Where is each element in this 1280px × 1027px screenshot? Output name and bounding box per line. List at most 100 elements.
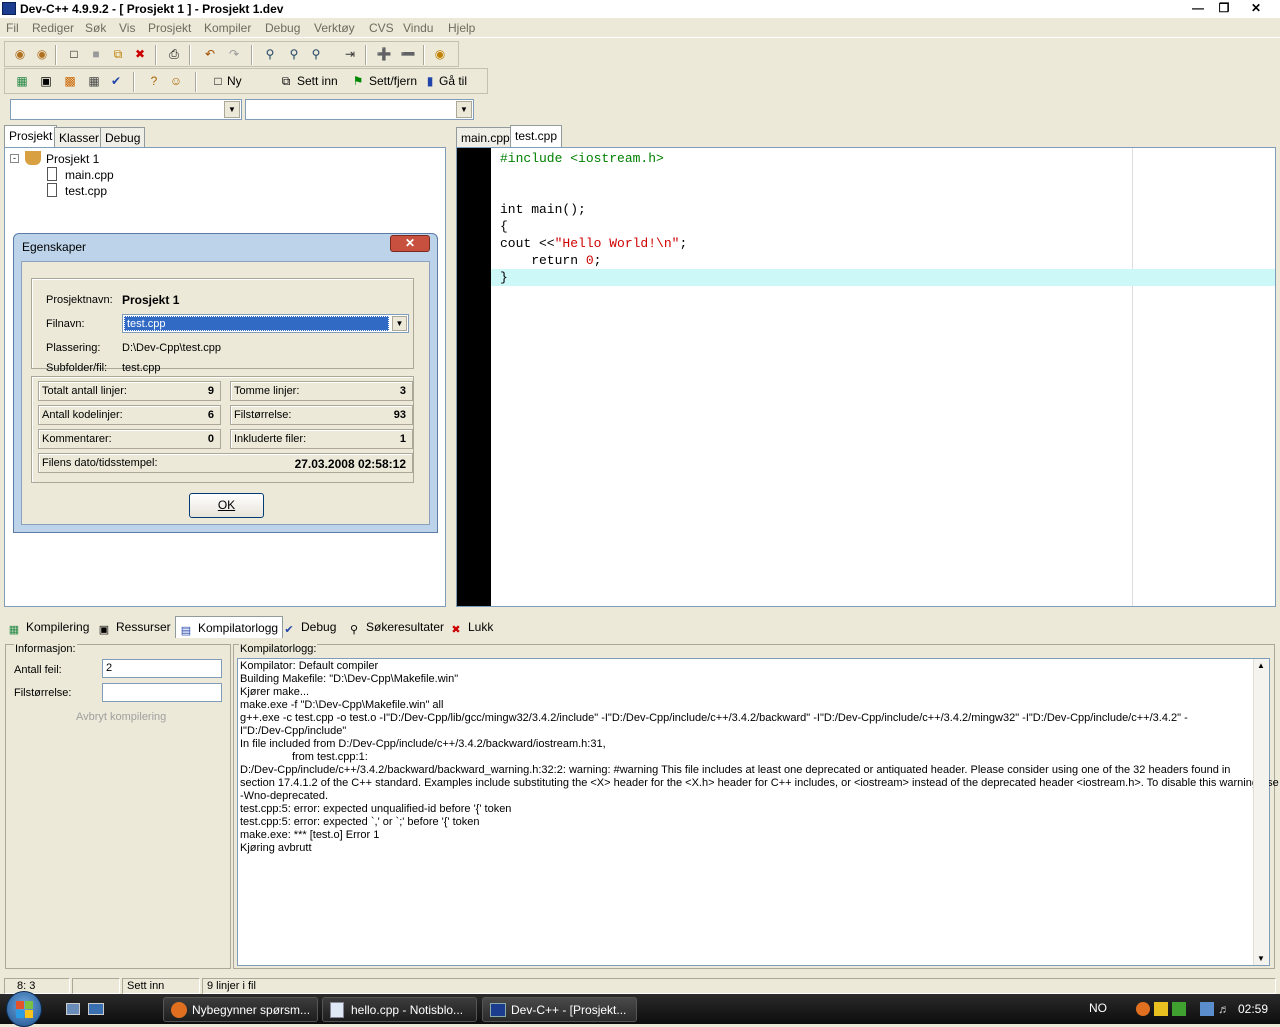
tray-shield-icon[interactable] (1172, 1002, 1186, 1016)
chevron-down-icon[interactable]: ▼ (392, 316, 407, 331)
insert-icon[interactable]: ⧉ (277, 72, 295, 90)
find-icon[interactable]: ⚲ (261, 45, 279, 63)
filename-select[interactable]: test.cpp ▼ (122, 314, 409, 333)
save-icon[interactable]: ■ (87, 45, 105, 63)
project-options-icon[interactable]: ◉ (431, 45, 449, 63)
open-project-icon[interactable]: ◉ (11, 45, 29, 63)
separator (55, 45, 57, 65)
chevron-down-icon[interactable]: ▼ (224, 101, 240, 118)
log-text: Kompilator: Default compiler Building Ma… (240, 660, 1279, 855)
toggle-button[interactable]: Sett/fjern (369, 74, 417, 88)
new-bookmark-icon[interactable]: □ (209, 72, 227, 90)
menu-vis[interactable]: Vis (119, 21, 135, 35)
run-icon[interactable]: ▣ (37, 72, 55, 90)
notepad-icon (330, 1002, 344, 1018)
file-info-group: Prosjektnavn: Prosjekt 1 Filnavn: test.c… (31, 278, 414, 374)
add-to-project-icon[interactable]: ➕ (375, 45, 393, 63)
scroll-down-icon[interactable]: ▼ (1257, 954, 1265, 963)
new-file-icon[interactable]: □ (65, 45, 83, 63)
start-button[interactable] (6, 991, 42, 1027)
editor-tab-main[interactable]: main.cpp (456, 127, 515, 147)
tab-debug-bottom[interactable]: ✔ Debug (281, 616, 336, 638)
tree-project[interactable]: Prosjekt 1 (46, 152, 99, 166)
tray-app-icon[interactable] (1154, 1002, 1168, 1016)
help-icon[interactable]: ? (145, 72, 163, 90)
tab-ressurser[interactable]: ▣ Ressurser (96, 616, 171, 638)
close-icon[interactable]: ✕ (1244, 1, 1268, 16)
ok-button[interactable]: OK (189, 493, 264, 518)
log-group: Kompilatorlogg: Kompilator: Default comp… (233, 643, 1279, 969)
member-combo[interactable]: ▼ (245, 99, 474, 120)
filesize-label: Filstørrelse: (234, 409, 292, 421)
about-icon[interactable]: ☺ (167, 72, 185, 90)
maximize-icon[interactable]: ❐ (1212, 1, 1236, 16)
save-all-icon[interactable]: ⧉ (109, 45, 127, 63)
redo-icon[interactable]: ↷ (225, 45, 243, 63)
menu-cvs[interactable]: CVS (369, 21, 394, 35)
menu-rediger[interactable]: Rediger (32, 21, 74, 35)
tab-kompilering[interactable]: ▦ Kompilering (6, 616, 90, 638)
tab-klasser[interactable]: Klasser (54, 127, 105, 147)
included-label: Inkluderte filer: (234, 433, 307, 445)
task-firefox[interactable]: Nybegynner spørsm... (163, 997, 318, 1022)
tab-label: Lukk (468, 620, 494, 634)
rebuild-icon[interactable]: ▦ (85, 72, 103, 90)
menu-fil[interactable]: Fil (6, 21, 19, 35)
goto-line-icon[interactable]: ⇥ (341, 45, 359, 63)
collapse-icon[interactable]: - (10, 154, 19, 163)
undo-icon[interactable]: ↶ (201, 45, 219, 63)
clock[interactable]: 02:59 (1238, 1002, 1268, 1016)
goto-button[interactable]: Gå til (439, 74, 467, 88)
find-next-icon[interactable]: ⚲ (307, 45, 325, 63)
language-indicator[interactable]: NO (1089, 1001, 1107, 1015)
insert-button[interactable]: Sett inn (297, 74, 338, 88)
menu-prosjekt[interactable]: Prosjekt (148, 21, 191, 35)
editor-tab-test[interactable]: test.cpp (510, 125, 563, 147)
new-button[interactable]: Ny (227, 74, 242, 88)
close-file-icon[interactable]: ✖ (131, 45, 149, 63)
file-icon (47, 167, 57, 181)
class-combo[interactable]: ▼ (10, 99, 242, 120)
goto-bookmark-icon[interactable]: ▮ (421, 72, 439, 90)
replace-icon[interactable]: ⚲ (285, 45, 303, 63)
tab-prosjekt[interactable]: Prosjekt (4, 125, 58, 147)
size-field[interactable] (102, 683, 222, 702)
tab-kompilatorlogg[interactable]: ▤ Kompilatorlogg (175, 616, 284, 638)
print-icon[interactable]: ⎙ (165, 45, 183, 63)
volume-icon[interactable]: ♬ (1218, 1002, 1232, 1016)
remove-from-project-icon[interactable]: ➖ (399, 45, 417, 63)
debug-check-icon[interactable]: ✔ (107, 72, 125, 90)
tree-file-main[interactable]: main.cpp (65, 168, 114, 182)
task-notepad[interactable]: hello.cpp - Notisblo... (322, 997, 477, 1022)
menu-debug[interactable]: Debug (265, 21, 300, 35)
menu-vindu[interactable]: Vindu (403, 21, 433, 35)
tab-sokeresultater[interactable]: ⚲ Søkeresultater (346, 616, 444, 638)
tab-debug[interactable]: Debug (100, 127, 146, 147)
toggle-bookmark-icon[interactable]: ⚑ (349, 72, 367, 90)
compile-run-icon[interactable]: ▩ (61, 72, 79, 90)
show-desktop-icon[interactable] (66, 1003, 80, 1015)
tree-file-test[interactable]: test.cpp (65, 184, 107, 198)
size-label: Filstørrelse: (14, 687, 72, 699)
errors-field[interactable]: 2 (102, 659, 222, 678)
log-output[interactable]: Kompilator: Default compiler Building Ma… (237, 658, 1279, 966)
chevron-down-icon[interactable]: ▼ (456, 101, 472, 118)
tab-lukk[interactable]: ✖ Lukk (448, 616, 493, 638)
tray-firefox-icon[interactable] (1136, 1002, 1150, 1016)
task-devcpp[interactable]: Dev-C++ - [Prosjekt... (482, 997, 637, 1022)
title-bar[interactable]: Dev-C++ 4.9.9.2 - [ Prosjekt 1 ] - Prosj… (0, 0, 1280, 18)
scroll-up-icon[interactable]: ▲ (1257, 661, 1265, 670)
menu-verktoy[interactable]: Verktøy (314, 21, 355, 35)
menu-hjelp[interactable]: Hjelp (448, 21, 475, 35)
network-icon[interactable] (1200, 1002, 1214, 1016)
dialog-close-icon[interactable]: ✕ (390, 235, 430, 252)
abort-compile-button[interactable]: Avbryt kompilering (76, 711, 166, 723)
open-file-icon[interactable]: ◉ (33, 45, 51, 63)
switch-windows-icon[interactable] (88, 1003, 104, 1015)
minimize-icon[interactable]: — (1186, 1, 1210, 16)
menu-sok[interactable]: Søk (85, 21, 106, 35)
stat-cell: Filstørrelse: 93 (230, 405, 413, 425)
log-scrollbar[interactable]: ▲ ▼ (1253, 659, 1269, 965)
compile-icon[interactable]: ▦ (13, 72, 31, 90)
menu-kompiler[interactable]: Kompiler (204, 21, 251, 35)
